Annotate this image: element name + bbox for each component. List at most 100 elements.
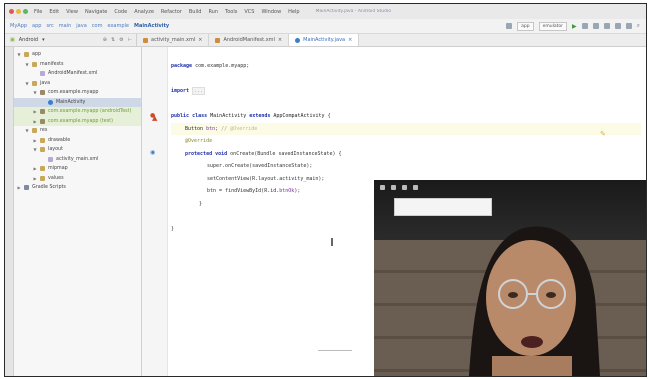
tree-item[interactable]: ▶ values bbox=[14, 174, 141, 184]
search-icon[interactable]: ⌕ bbox=[637, 22, 640, 30]
tool-window-strip[interactable] bbox=[5, 47, 14, 376]
android-icon: ▣ bbox=[10, 37, 15, 43]
expand-toggle-icon[interactable]: ▶ bbox=[33, 138, 37, 143]
breadcrumb-item[interactable]: java bbox=[76, 23, 86, 29]
close-tab-icon[interactable]: × bbox=[278, 37, 282, 43]
tree-item[interactable]: AndroidManifest.xml bbox=[14, 69, 141, 79]
menu-bar: File Edit View Navigate Code Analyze Refactor B… bbox=[5, 4, 646, 19]
expand-toggle-icon[interactable]: ▶ bbox=[33, 119, 37, 124]
avd-manager-icon[interactable] bbox=[614, 23, 621, 29]
webcam-overlay bbox=[374, 180, 646, 376]
project-view-label: Android bbox=[18, 37, 39, 43]
tab-android-manifest[interactable]: AndroidManifest.xml × bbox=[209, 34, 290, 46]
tree-item[interactable]: ▼ res bbox=[14, 126, 141, 136]
expand-toggle-icon[interactable]: ▼ bbox=[33, 90, 37, 95]
menu-item-tools[interactable]: Tools bbox=[225, 9, 237, 15]
settings-icon[interactable]: ⚙ bbox=[119, 37, 123, 43]
breadcrumb-item[interactable]: example bbox=[107, 23, 129, 29]
breadcrumb: MyApp app src main java com example MainActivit… bbox=[10, 23, 169, 29]
tree-item[interactable]: ▼ app bbox=[14, 50, 141, 60]
expand-toggle-icon[interactable]: ▼ bbox=[25, 81, 29, 86]
expand-toggle-icon[interactable]: ▶ bbox=[33, 109, 37, 114]
hammer-icon[interactable] bbox=[506, 23, 513, 29]
breadcrumb-item[interactable]: MainActivity bbox=[134, 23, 169, 29]
tree-item[interactable]: ▶ Gradle Scripts bbox=[14, 183, 141, 193]
maximize-window-icon[interactable] bbox=[23, 9, 28, 14]
menu-item-run[interactable]: Run bbox=[208, 9, 218, 15]
tab-label: activity_main.xml bbox=[151, 37, 196, 43]
editor-tab-row: ▣ Android ▾ ⊕ ⇅ ⚙ ⊢ activity_main.xml × … bbox=[5, 34, 646, 47]
code-line: package com.example.myapp; bbox=[171, 63, 250, 70]
menu-item-vcs[interactable]: VCS bbox=[244, 9, 254, 15]
folder-icon bbox=[32, 61, 37, 67]
text-cursor-icon bbox=[331, 238, 333, 246]
tree-item[interactable]: activity_main.xml bbox=[14, 155, 141, 165]
tree-item[interactable]: ▼ com.example.myapp bbox=[14, 88, 141, 98]
java-icon bbox=[48, 99, 53, 105]
tab-main-activity[interactable]: MainActivity.java × bbox=[289, 34, 360, 46]
sync-icon[interactable] bbox=[603, 23, 610, 29]
java-class-icon bbox=[295, 37, 301, 43]
pkg-icon bbox=[40, 109, 45, 115]
project-view-dropdown[interactable]: ▣ Android ▾ ⊕ ⇅ ⚙ ⊢ bbox=[5, 34, 137, 46]
collapse-all-icon[interactable]: ⇅ bbox=[111, 37, 115, 43]
tree-item[interactable]: ▶ com.example.myapp (test) bbox=[14, 116, 141, 126]
expand-toggle-icon[interactable]: ▶ bbox=[17, 185, 21, 190]
navigation-toolbar: MyApp app src main java com example MainActivit… bbox=[5, 19, 646, 34]
menu-item-view[interactable]: View bbox=[66, 9, 78, 15]
breadcrumb-item[interactable]: MyApp bbox=[10, 23, 27, 29]
menu-item-analyze[interactable]: Analyze bbox=[134, 9, 154, 15]
warning-icon[interactable]: ▲ bbox=[152, 114, 157, 122]
folder-icon bbox=[40, 166, 45, 172]
expand-toggle-icon[interactable]: ▼ bbox=[25, 62, 29, 67]
code-line: protected void onCreate(Bundle savedInst… bbox=[185, 150, 342, 157]
expand-toggle-icon[interactable]: ▼ bbox=[25, 128, 29, 133]
tree-item-label: layout bbox=[48, 147, 63, 153]
breadcrumb-item[interactable]: app bbox=[32, 23, 41, 29]
debug-icon[interactable] bbox=[581, 23, 588, 29]
tree-item[interactable]: ▼ layout bbox=[14, 145, 141, 155]
close-tab-icon[interactable]: × bbox=[198, 37, 202, 43]
breadcrumb-item[interactable]: src bbox=[46, 23, 53, 29]
file-icon bbox=[48, 156, 53, 162]
tree-item[interactable]: ▼ manifests bbox=[14, 60, 141, 70]
menu-item-build[interactable]: Build bbox=[189, 9, 202, 15]
menu-item-navigate[interactable]: Navigate bbox=[85, 9, 107, 15]
code-line: super.onCreate(savedInstanceState); bbox=[207, 163, 313, 170]
profile-icon[interactable] bbox=[592, 23, 599, 29]
tree-item[interactable]: ▶ com.example.myapp (androidTest) bbox=[14, 107, 141, 117]
expand-toggle-icon[interactable]: ▶ bbox=[33, 176, 37, 181]
xml-file-icon bbox=[143, 37, 148, 43]
tab-activity-main-xml[interactable]: activity_main.xml × bbox=[137, 34, 210, 46]
tree-item[interactable]: ▶ mipmap bbox=[14, 164, 141, 174]
tree-item[interactable]: ▼ java bbox=[14, 79, 141, 89]
code-line: public class MainActivity extends AppCom… bbox=[171, 113, 331, 120]
breadcrumb-item[interactable]: com bbox=[92, 23, 103, 29]
menu-item-window[interactable]: Window bbox=[261, 9, 281, 15]
menu-item-refactor[interactable]: Refactor bbox=[161, 9, 182, 15]
expand-toggle-icon[interactable]: ▶ bbox=[33, 166, 37, 171]
override-gutter-icon[interactable]: ◉ bbox=[150, 150, 155, 156]
sdk-manager-icon[interactable] bbox=[625, 23, 632, 29]
close-tab-icon[interactable]: × bbox=[348, 37, 352, 43]
scroll-indicator bbox=[318, 350, 352, 351]
expand-toggle-icon[interactable]: ▼ bbox=[33, 147, 37, 152]
tree-item[interactable]: ▶ drawable bbox=[14, 136, 141, 146]
folded-imports[interactable]: ... bbox=[192, 87, 206, 96]
close-window-icon[interactable] bbox=[9, 9, 14, 14]
sync-project-icon[interactable]: ⊕ bbox=[103, 37, 107, 43]
run-icon[interactable]: ▶ bbox=[572, 23, 577, 30]
menu-item-help[interactable]: Help bbox=[288, 9, 299, 15]
menu-item-code[interactable]: Code bbox=[114, 9, 127, 15]
intention-bulb-icon[interactable]: ✎ bbox=[600, 130, 606, 138]
expand-toggle-icon[interactable]: ▼ bbox=[17, 52, 21, 57]
run-config-dropdown[interactable]: app bbox=[517, 21, 534, 31]
tree-item[interactable]: MainActivity bbox=[14, 97, 141, 107]
device-dropdown[interactable]: emulator bbox=[538, 21, 567, 31]
minimize-window-icon[interactable] bbox=[16, 9, 21, 14]
hide-panel-icon[interactable]: ⊢ bbox=[128, 37, 132, 43]
tab-label: MainActivity.java bbox=[303, 37, 346, 43]
breadcrumb-item[interactable]: main bbox=[59, 23, 72, 29]
menu-item-edit[interactable]: Edit bbox=[49, 9, 59, 15]
menu-item-file[interactable]: File bbox=[34, 9, 42, 15]
